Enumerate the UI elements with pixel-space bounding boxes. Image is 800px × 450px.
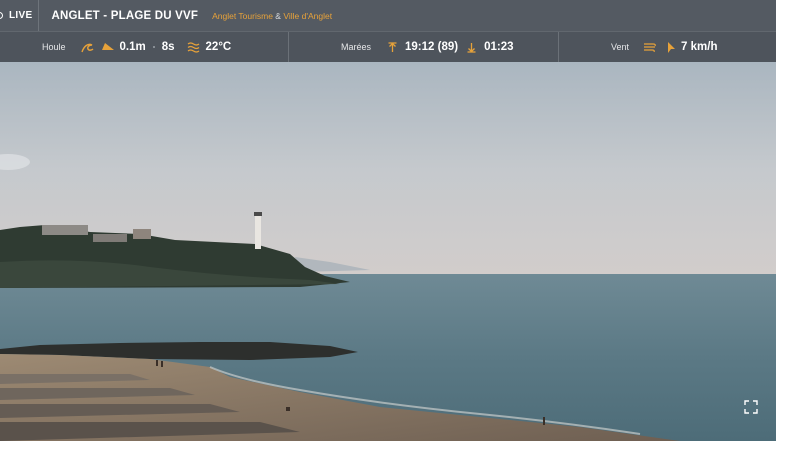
- person: [543, 417, 545, 425]
- conditions-bar: Houle 0.1m 8s 22°C Marées 19:12 (89) 01:…: [0, 31, 776, 62]
- fullscreen-icon[interactable]: [744, 400, 758, 414]
- camera-title: ANGLET - PLAGE DU VVF: [51, 9, 199, 22]
- low-tide-icon: [467, 42, 476, 53]
- building: [42, 225, 88, 235]
- person: [161, 361, 163, 367]
- swell-height: 0.1m: [119, 41, 146, 53]
- wind-speed: 7 km/h: [681, 41, 718, 53]
- credit-ville-anglet-link[interactable]: Ville d'Anglet: [283, 11, 332, 21]
- credits: Anglet Tourisme & Ville d'Anglet: [212, 11, 332, 21]
- wave-icon: [80, 42, 94, 53]
- high-tide-time: 19:12 (89): [405, 41, 459, 53]
- swell-label: Houle: [42, 42, 66, 52]
- wind-icon: [644, 42, 657, 52]
- title-bar: LIVE ANGLET - PLAGE DU VVF Anglet Touris…: [0, 0, 776, 31]
- high-tide-icon: [388, 41, 397, 53]
- wind-label: Vent: [611, 42, 630, 52]
- person: [156, 360, 158, 366]
- building: [93, 234, 127, 242]
- swell-period: 8s: [161, 41, 175, 53]
- credit-separator: &: [275, 10, 281, 21]
- swell-section: Houle 0.1m 8s 22°C: [0, 32, 289, 62]
- webcam-image: [0, 62, 776, 441]
- separator-dot: [152, 46, 155, 48]
- live-indicator: LIVE: [0, 0, 40, 31]
- tides-label: Marées: [341, 42, 372, 52]
- credit-anglet-tourisme-link[interactable]: Anglet Tourisme: [212, 11, 273, 21]
- water-temperature-icon: [187, 41, 200, 53]
- webcam-player[interactable]: LIVE ANGLET - PLAGE DU VVF Anglet Touris…: [0, 0, 776, 441]
- lighthouse-top: [254, 212, 262, 216]
- live-label: LIVE: [9, 10, 33, 21]
- wind-direction-icon: [666, 41, 676, 53]
- swell-direction-icon: [101, 42, 114, 52]
- tides-section: Marées 19:12 (89) 01:23: [289, 32, 559, 62]
- wind-section: Vent 7 km/h: [559, 32, 776, 62]
- lighthouse: [255, 214, 261, 249]
- low-tide-time: 01:23: [484, 41, 514, 53]
- water-temperature: 22°C: [205, 41, 232, 53]
- person: [286, 407, 290, 411]
- building: [133, 229, 151, 239]
- live-record-icon: [0, 12, 3, 19]
